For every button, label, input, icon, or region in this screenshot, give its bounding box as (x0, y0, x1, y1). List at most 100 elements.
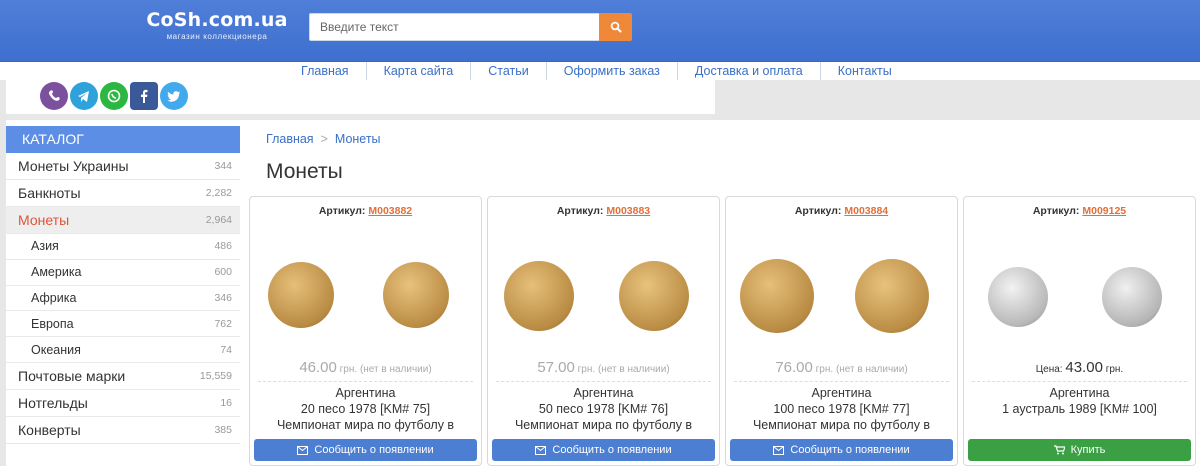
product-subtitle: Чемпионат мира по футболу в (276, 418, 455, 432)
search-input[interactable] (309, 13, 599, 41)
coin-reverse-image (619, 261, 689, 331)
product-description[interactable]: Аргентина 50 песо 1978 [KM# 76] Чемпиона… (494, 385, 713, 433)
notify-button-label: Сообщить о появлении (314, 444, 434, 456)
logo-subtitle: магазин коллекционера (166, 32, 268, 41)
price-currency: грн. (577, 364, 596, 375)
sidebar-item-banknotes[interactable]: Банкноты 2,282 (6, 180, 240, 207)
catalog-sidebar: КАТАЛОГ Монеты Украины 344 Банкноты 2,28… (6, 126, 240, 466)
product-name: 20 песо 1978 [KM# 75] (300, 402, 431, 416)
site-logo[interactable]: CoSh.com.ua магазин коллекционера (142, 9, 292, 41)
product-description[interactable]: Аргентина 100 песо 1978 [KM# 77] Чемпион… (732, 385, 951, 433)
product-article: Артикул: M003882 (250, 205, 481, 217)
grey-panel (715, 80, 1200, 114)
article-link[interactable]: M003882 (368, 205, 412, 217)
sidebar-item-count: 385 (214, 423, 232, 436)
price-value: 46.00 (299, 359, 337, 376)
breadcrumb-separator: > (320, 132, 328, 146)
article-link[interactable]: M003883 (606, 205, 650, 217)
price-currency: грн. (339, 364, 358, 375)
notify-button[interactable]: Сообщить о появлении (730, 439, 953, 461)
product-price: Цена: 43.00 грн. (972, 359, 1187, 382)
sidebar-item-label: Европа (31, 316, 74, 331)
sidebar-item-stamps[interactable]: Почтовые марки 15,559 (6, 363, 240, 390)
sidebar-item-label: Нотгельды (18, 394, 88, 411)
price-value: 43.00 (1065, 359, 1103, 376)
nav-link-delivery[interactable]: Доставка и оплата (678, 62, 821, 80)
nav-link-home[interactable]: Главная (284, 62, 367, 80)
product-country: Аргентина (573, 386, 634, 400)
telegram-icon[interactable] (70, 82, 98, 110)
sidebar-item-europe[interactable]: Европа 762 (6, 311, 240, 338)
product-description[interactable]: Аргентина 20 песо 1978 [KM# 75] Чемпиона… (256, 385, 475, 433)
search-icon (610, 21, 621, 33)
notify-button[interactable]: Сообщить о появлении (254, 439, 477, 461)
sidebar-item-label: Монеты Украины (18, 158, 129, 174)
article-label: Артикул: (1032, 205, 1080, 217)
envelope-icon (535, 445, 547, 455)
facebook-icon[interactable] (130, 82, 158, 110)
article-link[interactable]: M003884 (844, 205, 888, 217)
whatsapp-icon[interactable] (100, 82, 128, 110)
sidebar-item-count: 2,964 (205, 214, 232, 226)
sidebar-item-oceania[interactable]: Океания 74 (6, 337, 240, 363)
article-link[interactable]: M009125 (1082, 205, 1126, 217)
product-card: Артикул: M003882 46.00 грн. (нет в налич… (249, 196, 482, 466)
price-currency: грн. (815, 364, 834, 375)
sidebar-item-coins[interactable]: Монеты 2,964 (6, 207, 240, 234)
nav-link-contacts[interactable]: Контакты (821, 62, 909, 80)
sidebar-item-notgeld[interactable]: Нотгельды 16 (6, 390, 240, 417)
article-label: Артикул: (318, 205, 366, 217)
sidebar-item-count: 346 (214, 291, 232, 304)
product-card: Артикул: M009125 Цена: 43.00 грн. Аргент… (963, 196, 1196, 466)
viber-icon[interactable] (40, 82, 68, 110)
buy-button[interactable]: Купить (968, 439, 1191, 461)
product-description[interactable]: Аргентина 1 аустраль 1989 [KM# 100] (970, 385, 1189, 417)
sidebar-item-label: Океания (31, 342, 81, 357)
notify-button[interactable]: Сообщить о появлении (492, 439, 715, 461)
product-image[interactable] (726, 217, 957, 347)
breadcrumb-current[interactable]: Монеты (335, 132, 381, 146)
sidebar-item-asia[interactable]: Азия 486 (6, 234, 240, 260)
sidebar-item-label: Банкноты (18, 185, 81, 201)
product-image[interactable] (488, 217, 719, 347)
sidebar-item-count: 15,559 (199, 369, 232, 382)
grey-divider (0, 114, 1200, 120)
product-article: Артикул: M003883 (488, 205, 719, 217)
nav-link-articles[interactable]: Статьи (471, 62, 547, 80)
site-header: CoSh.com.ua магазин коллекционера (0, 0, 1200, 62)
sidebar-item-ukraine-coins[interactable]: Монеты Украины 344 (6, 153, 240, 180)
sidebar-item-count: 16 (220, 396, 232, 409)
stock-status: (нет в наличии) (835, 364, 908, 375)
nav-link-checkout[interactable]: Оформить заказ (547, 62, 678, 80)
product-name: 100 песо 1978 [KM# 77] (773, 402, 910, 416)
search-button[interactable] (599, 13, 632, 41)
article-label: Артикул: (794, 205, 842, 217)
stock-status: (нет в наличии) (597, 364, 670, 375)
coin-obverse-image (504, 261, 574, 331)
product-article: Артикул: M009125 (964, 205, 1195, 217)
logo-title[interactable]: CoSh.com.ua (142, 9, 292, 31)
coin-obverse-image (988, 267, 1048, 327)
product-image[interactable] (250, 217, 481, 347)
price-value: 76.00 (775, 359, 813, 376)
cart-icon (1053, 445, 1065, 455)
breadcrumb: Главная > Монеты (266, 132, 381, 146)
page-title: Монеты (266, 160, 343, 183)
twitter-icon[interactable] (160, 82, 188, 110)
price-currency: грн. (1105, 364, 1124, 375)
breadcrumb-home[interactable]: Главная (266, 132, 314, 146)
sidebar-item-america[interactable]: Америка 600 (6, 260, 240, 286)
sidebar-item-label: Монеты (18, 212, 70, 228)
sidebar-item-africa[interactable]: Африка 346 (6, 286, 240, 312)
sidebar-item-envelopes[interactable]: Конверты 385 (6, 417, 240, 444)
buy-button-label: Купить (1070, 444, 1106, 456)
product-image[interactable] (964, 217, 1195, 347)
sidebar-item-count: 2,282 (205, 187, 232, 199)
nav-link-sitemap[interactable]: Карта сайта (367, 62, 472, 80)
sidebar-item-label: Азия (31, 239, 59, 254)
product-price: 76.00 грн. (нет в наличии) (734, 359, 949, 382)
product-country: Аргентина (335, 386, 396, 400)
main-nav: Главная Карта сайта Статьи Оформить зака… (284, 62, 909, 80)
coin-obverse-image (740, 259, 814, 333)
sidebar-item-count: 762 (214, 317, 232, 330)
